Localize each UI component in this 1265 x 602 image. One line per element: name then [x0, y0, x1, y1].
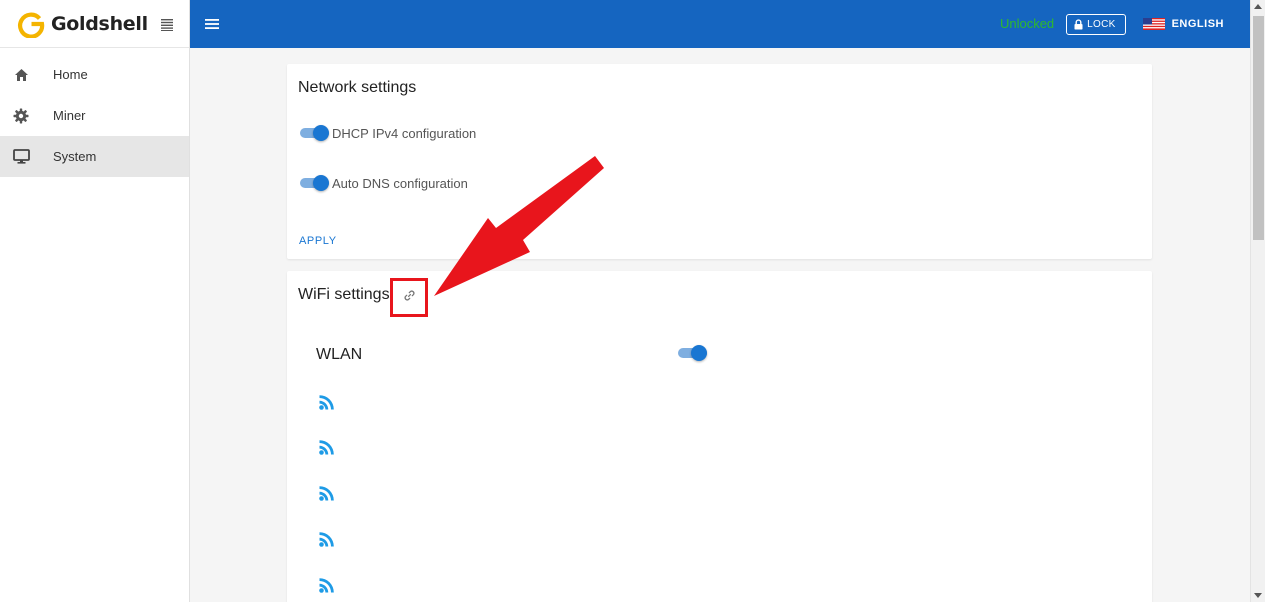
menu-icon[interactable]	[202, 14, 222, 34]
wifi-signal-icon[interactable]	[318, 484, 336, 502]
wlan-switch[interactable]	[678, 345, 707, 361]
auto-dns-switch[interactable]	[300, 175, 329, 191]
page-scrollbar[interactable]	[1250, 0, 1265, 602]
lock-button[interactable]: LOCK	[1066, 13, 1126, 35]
sidebar: Goldshell Home Miner System	[0, 0, 190, 602]
sidebar-nav: Home Miner System	[0, 54, 189, 177]
top-app-bar: Unlocked LOCK ENGLISH	[190, 0, 1250, 48]
wifi-signal-icon[interactable]	[318, 438, 336, 456]
wifi-signal-icon[interactable]	[318, 576, 336, 594]
sidebar-item-miner[interactable]: Miner	[0, 95, 189, 136]
dns-toggle-row: Auto DNS configuration	[300, 175, 468, 191]
gear-icon	[12, 107, 30, 125]
lock-icon	[1074, 18, 1083, 29]
home-icon	[12, 66, 30, 84]
topbar-actions: Unlocked LOCK ENGLISH	[1000, 0, 1250, 48]
dhcp-toggle-row: DHCP IPv4 configuration	[300, 125, 476, 141]
sidebar-item-label: System	[53, 149, 97, 164]
wifi-signal-icon[interactable]	[318, 393, 336, 411]
wifi-signal-icon[interactable]	[318, 530, 336, 548]
lock-status: Unlocked	[999, 15, 1055, 31]
monitor-icon	[12, 148, 30, 166]
goldshell-logo-icon	[16, 9, 46, 39]
wifi-settings-title: WiFi settings	[298, 286, 390, 303]
scroll-down-icon[interactable]	[1254, 593, 1262, 598]
sidebar-item-label: Home	[53, 67, 88, 82]
language-selector[interactable]: ENGLISH	[1142, 18, 1224, 30]
brand-header: Goldshell	[0, 0, 189, 48]
sidebar-item-home[interactable]: Home	[0, 54, 189, 95]
brand-name: Goldshell	[51, 12, 148, 35]
language-label: ENGLISH	[1171, 18, 1224, 30]
lock-button-label: LOCK	[1087, 18, 1116, 30]
sidebar-collapse-icon[interactable]	[160, 17, 174, 31]
scrollbar-thumb[interactable]	[1253, 16, 1264, 240]
link-icon[interactable]	[403, 289, 416, 302]
us-flag-icon	[1142, 18, 1165, 30]
dhcp-switch[interactable]	[300, 125, 329, 141]
sidebar-item-label: Miner	[53, 108, 86, 123]
dhcp-label: DHCP IPv4 configuration	[332, 125, 477, 141]
apply-button[interactable]: APPLY	[299, 235, 337, 247]
wifi-settings-card: WiFi settings WLAN	[287, 271, 1152, 602]
sidebar-item-system[interactable]: System	[0, 136, 189, 177]
wlan-label: WLAN	[316, 346, 363, 363]
network-settings-card: Network settings DHCP IPv4 configuration…	[287, 64, 1152, 259]
network-settings-title: Network settings	[298, 79, 417, 96]
scroll-up-icon[interactable]	[1254, 4, 1262, 9]
auto-dns-label: Auto DNS configuration	[332, 175, 468, 191]
